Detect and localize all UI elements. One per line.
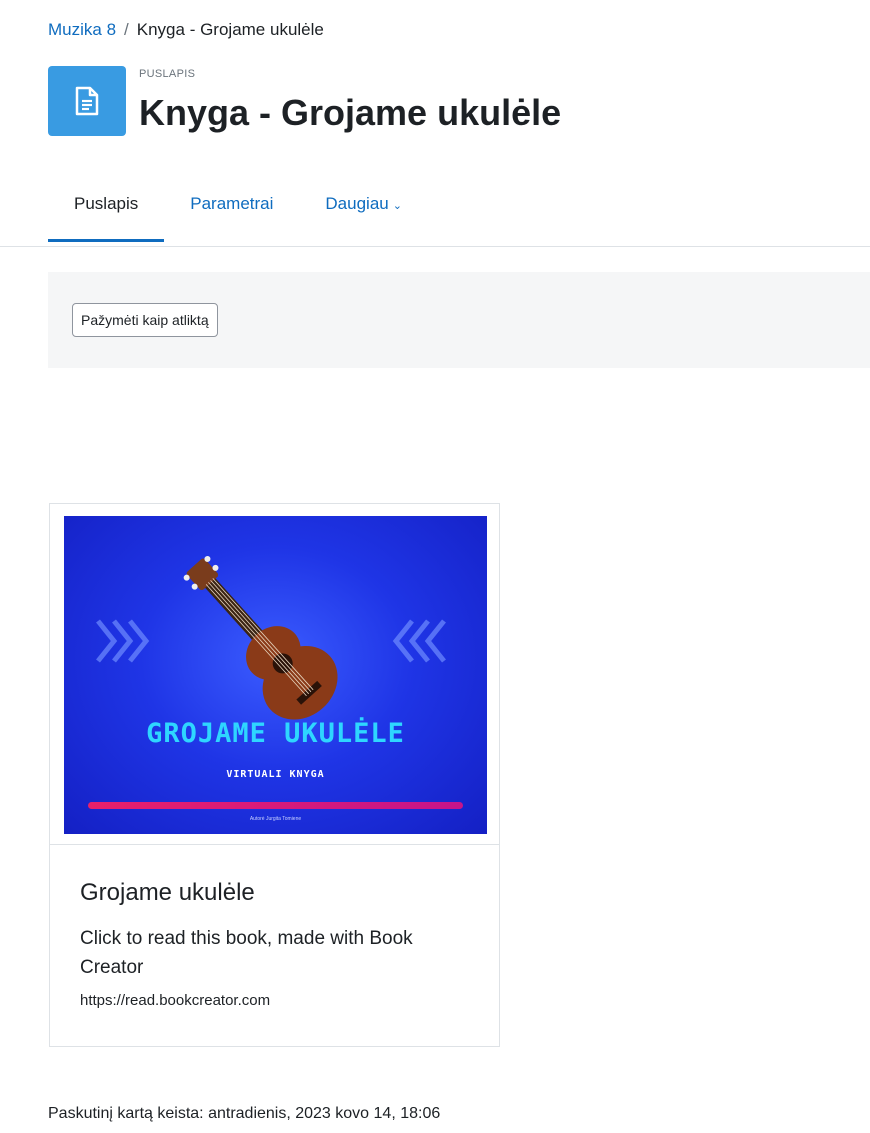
breadcrumb-separator: / — [124, 20, 129, 39]
tabs-divider — [0, 246, 870, 247]
secondary-navigation: Puslapis Parametrai Daugiau ⌄ — [48, 188, 428, 242]
tab-daugiau[interactable]: Daugiau ⌄ — [299, 188, 428, 242]
card-divider — [50, 844, 499, 845]
tab-parametrai[interactable]: Parametrai — [164, 188, 299, 242]
card-title[interactable]: Grojame ukulėle — [80, 879, 255, 907]
chevron-down-icon: ⌄ — [392, 200, 402, 212]
cover-author: Autorė Jurgita Tomiene — [249, 816, 302, 822]
breadcrumb: Muzika 8 / Knyga - Grojame ukulėle — [48, 20, 324, 40]
card-description: Click to read this book, made with Book … — [80, 928, 413, 978]
last-modified-text: Paskutinį kartą keista: antradienis, 202… — [48, 1105, 441, 1122]
tab-label: Puslapis — [74, 194, 139, 213]
book-link-card[interactable]: GROJAME UKULĖLE VIRTUALI KNYGA Autorė Ju… — [49, 503, 500, 1047]
cover-title: GROJAME UKULĖLE — [146, 718, 405, 749]
document-icon — [75, 86, 99, 116]
page-title: Knyga - Grojame ukulėle — [139, 92, 562, 133]
activity-header: Pažymėti kaip atliktą — [48, 272, 870, 368]
breadcrumb-current: Knyga - Grojame ukulėle — [136, 20, 324, 39]
card-url[interactable]: https://read.bookcreator.com — [80, 992, 270, 1009]
book-cover-image[interactable]: GROJAME UKULĖLE VIRTUALI KNYGA Autorė Ju… — [64, 516, 487, 834]
page-icon — [48, 66, 126, 136]
tab-label: Parametrai — [190, 194, 274, 213]
tab-puslapis[interactable]: Puslapis — [48, 188, 165, 242]
ukulele-cover-art — [96, 555, 446, 720]
breadcrumb-course-link[interactable]: Muzika 8 — [48, 20, 116, 39]
cover-subtitle: VIRTUALI KNYGA — [226, 769, 325, 780]
cover-progress-bar — [88, 802, 463, 809]
mark-as-done-button[interactable]: Pažymėti kaip atliktą — [72, 303, 218, 337]
page-type-label: PUSLAPIS — [139, 68, 196, 80]
tab-label: Daugiau — [325, 194, 389, 213]
